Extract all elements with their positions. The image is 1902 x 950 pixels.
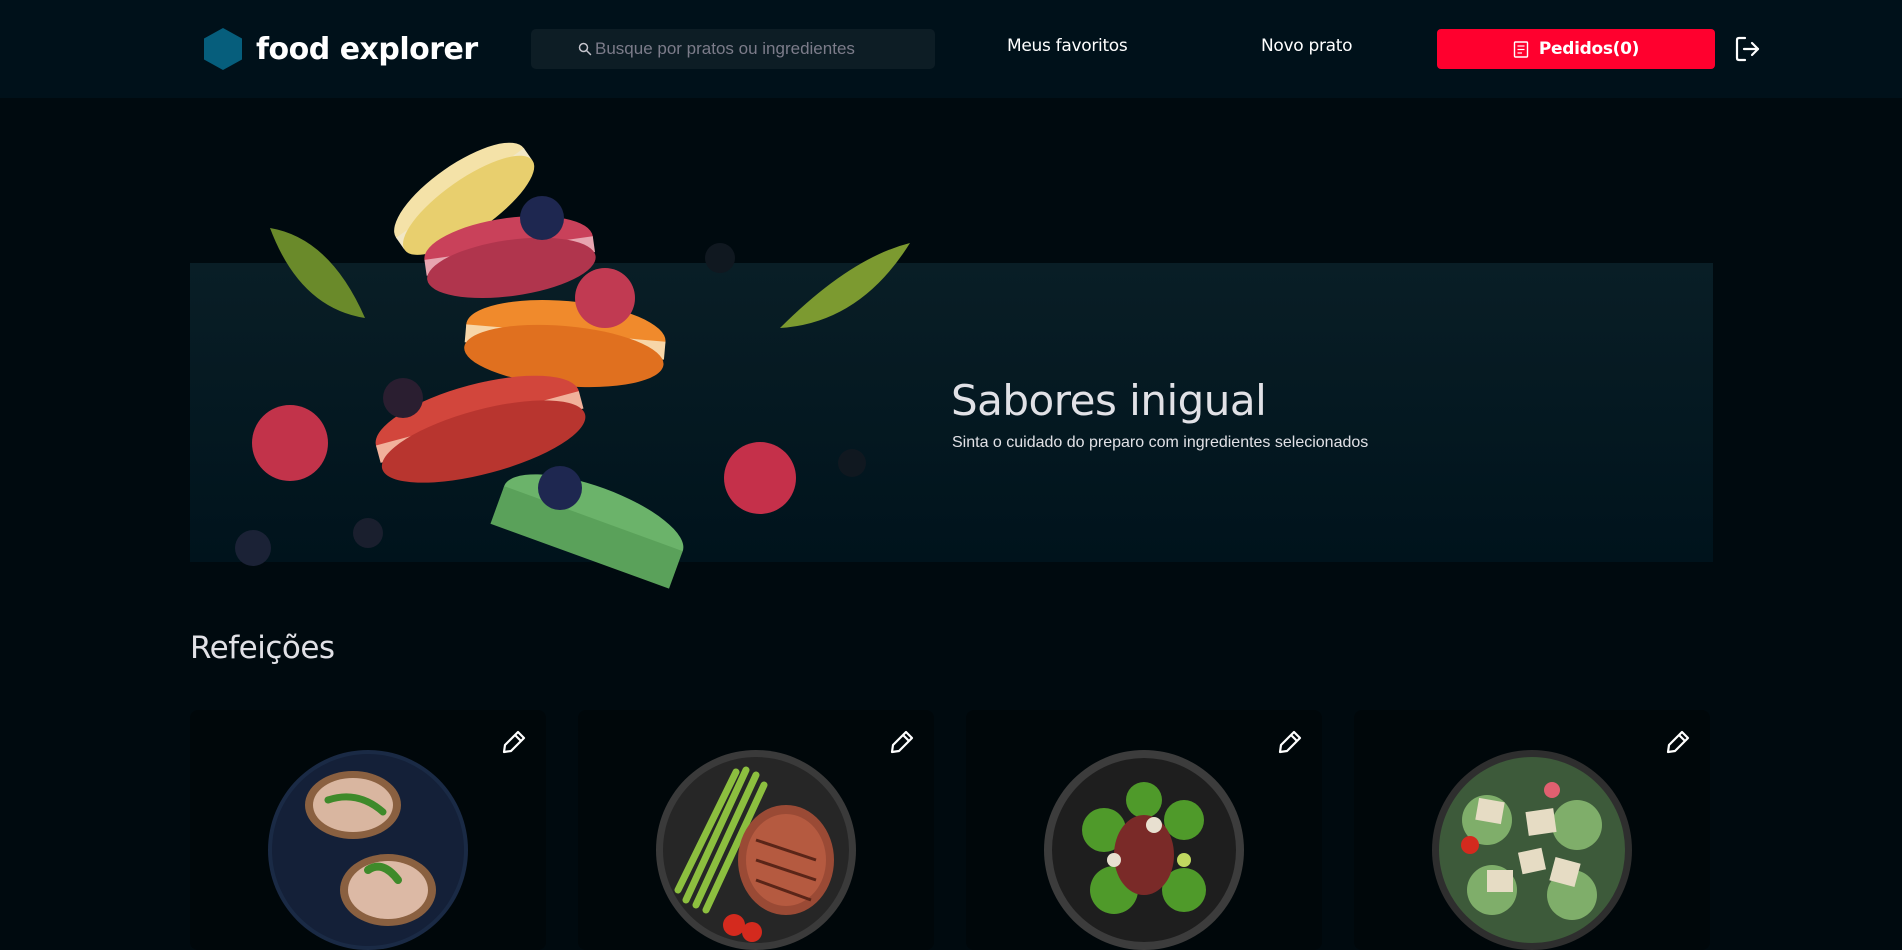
search-input[interactable] bbox=[595, 39, 925, 59]
banner-subtitle: Sinta o cuidado do preparo com ingredien… bbox=[952, 434, 1369, 451]
orders-label: Pedidos(0) bbox=[1538, 39, 1640, 59]
macarons-illustration bbox=[235, 142, 910, 589]
dish-card[interactable] bbox=[578, 710, 934, 950]
dish-card[interactable] bbox=[1354, 710, 1710, 950]
section-title-meals: Refeições bbox=[190, 630, 335, 666]
search-icon bbox=[578, 42, 592, 56]
receipt-icon bbox=[1513, 40, 1529, 58]
caesar-salad-dish-image[interactable] bbox=[1432, 750, 1632, 950]
salad-dish-image[interactable] bbox=[1044, 750, 1244, 950]
pencil-icon[interactable] bbox=[888, 728, 916, 756]
banner-title: Sabores inigual bbox=[951, 376, 1267, 425]
dish-card[interactable] bbox=[190, 710, 546, 950]
brand-name: food explorer bbox=[256, 31, 478, 67]
pencil-icon[interactable] bbox=[1664, 728, 1692, 756]
brand-logo[interactable]: food explorer bbox=[204, 28, 478, 70]
orders-button[interactable]: Pedidos(0) bbox=[1437, 29, 1715, 69]
search-bar[interactable] bbox=[531, 29, 935, 69]
top-header: food explorer Meus favoritos Novo prato … bbox=[0, 0, 1902, 98]
nav-new-dish-link[interactable]: Novo prato bbox=[1261, 36, 1353, 56]
pencil-icon[interactable] bbox=[500, 728, 528, 756]
nav-favorites-link[interactable]: Meus favoritos bbox=[1007, 36, 1128, 56]
bruschetta-dish-image[interactable] bbox=[268, 750, 468, 950]
pencil-icon[interactable] bbox=[1276, 728, 1304, 756]
steak-asparagus-dish-image[interactable] bbox=[656, 750, 856, 950]
hexagon-logo-icon bbox=[204, 28, 242, 70]
sign-out-icon[interactable] bbox=[1735, 35, 1761, 63]
dish-card[interactable] bbox=[966, 710, 1322, 950]
